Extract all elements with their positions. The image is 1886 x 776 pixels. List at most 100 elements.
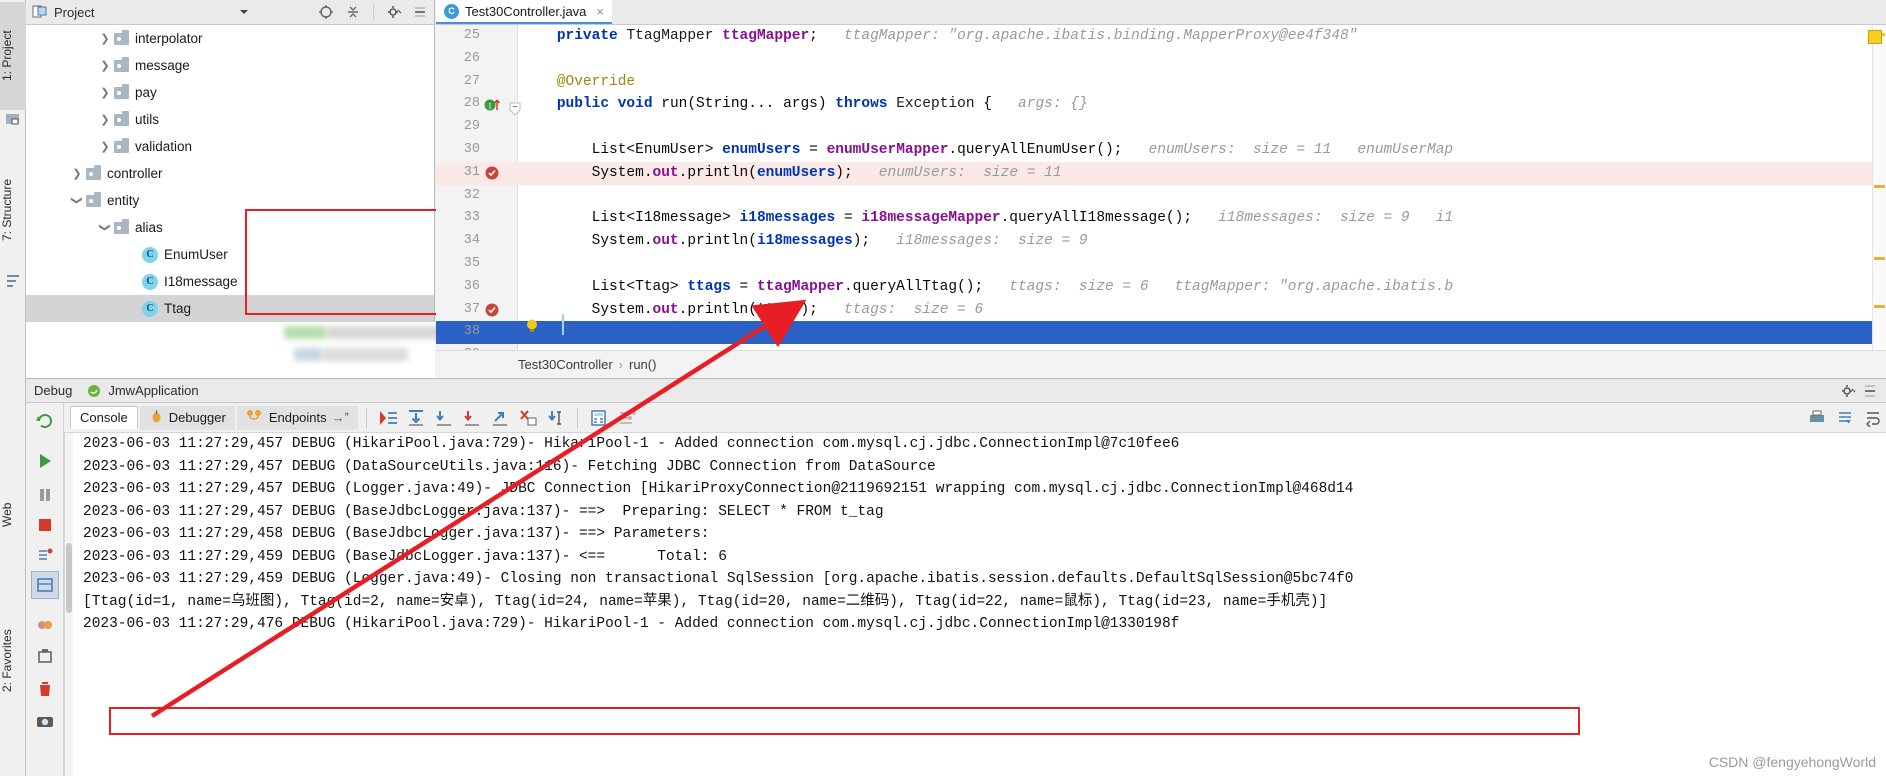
code-token: out (652, 164, 679, 181)
sidebar-tab-favorites[interactable]: 2: Favorites (0, 602, 26, 720)
step-out-icon[interactable] (487, 406, 513, 430)
code-editor[interactable]: 25 private TtagMapper ttagMapper; ttagMa… (436, 25, 1886, 350)
camera-icon[interactable] (31, 707, 59, 735)
settings-gear-icon[interactable] (386, 4, 402, 20)
hide-icon[interactable] (412, 4, 428, 20)
soft-wrap-icon[interactable] (1860, 406, 1886, 430)
tree-node-controller[interactable]: ❯ controller (26, 160, 434, 187)
breadcrumb[interactable]: Test30Controller › run() (436, 350, 1886, 378)
chevron-right-icon[interactable]: ❯ (96, 86, 114, 99)
settings-icon[interactable] (31, 643, 59, 671)
code-line-25[interactable]: 25 private TtagMapper ttagMapper; ttagMa… (436, 25, 1886, 48)
layout-icon[interactable] (614, 406, 640, 430)
settings-gear-icon[interactable] (1840, 383, 1856, 399)
restore-layout-icon[interactable] (31, 571, 59, 599)
editor-marker-bar[interactable] (1872, 25, 1886, 350)
tree-node-pay[interactable]: ❯ pay (26, 79, 434, 106)
code-token: ttagMapper (756, 278, 844, 295)
tree-node-alias[interactable]: ❯ alias (26, 214, 434, 241)
chevron-right-icon[interactable]: ❯ (96, 59, 114, 72)
debug-tab-console[interactable]: Console (70, 406, 138, 429)
chevron-right-icon[interactable]: ❯ (96, 140, 114, 153)
code-line-31[interactable]: 31 System.out.println(enumUsers); enumUs… (436, 161, 1886, 185)
sidebar-tab-project[interactable]: 1: Project (0, 2, 26, 110)
stop-icon[interactable] (31, 511, 59, 539)
code-line-34[interactable]: 34 System.out.println(i18messages); i18m… (436, 230, 1886, 253)
code-line-36[interactable]: 36 List<Ttag> ttags = ttagMapper.queryAl… (436, 276, 1886, 299)
debug-tab-endpoints[interactable]: Endpoints →ˮ (236, 405, 358, 430)
console-scrollbar[interactable] (65, 433, 73, 776)
console-output[interactable]: 2023-06-03 11:27:29,457 DEBUG (HikariPoo… (64, 433, 1886, 776)
evaluate-expression-icon[interactable] (586, 406, 612, 430)
tree-node-entity[interactable]: ❯ entity (26, 187, 434, 214)
scroll-to-end-icon[interactable] (1832, 406, 1858, 430)
tree-node-label: validation (135, 139, 193, 154)
code-line-27[interactable]: 27 @Override (436, 71, 1886, 94)
view-breakpoints-icon[interactable] (31, 541, 59, 569)
code-line-text: System.out.println(ttags); ttags: size =… (522, 299, 984, 322)
code-line-33[interactable]: 33 List<I18message> i18messages = i18mes… (436, 207, 1886, 230)
code-token: ttags (687, 278, 731, 295)
tree-node-validation[interactable]: ❯ validation (26, 133, 434, 160)
hide-window-icon[interactable] (1862, 383, 1878, 399)
collapse-all-icon[interactable] (345, 4, 361, 20)
sidebar-tab-web[interactable]: Web (0, 484, 26, 546)
run-gutter-icon[interactable]: I (484, 96, 500, 112)
close-icon[interactable]: × (596, 4, 604, 19)
sidebar-tab-structure[interactable]: 7: Structure (0, 152, 26, 268)
tree-node-utils[interactable]: ❯ utils (26, 106, 434, 133)
force-step-into-icon[interactable] (459, 406, 485, 430)
mute-breakpoints-icon[interactable] (31, 611, 59, 639)
editor-tab-test30controller[interactable]: C Test30Controller.java × (436, 0, 612, 24)
code-token: ); (835, 164, 853, 181)
line-number: 33 (463, 210, 480, 226)
code-line-32[interactable]: 32 (436, 185, 1886, 208)
code-token: { (974, 96, 992, 113)
breadcrumb-item[interactable]: Test30Controller (518, 357, 613, 372)
tree-node-i18message[interactable]: C I18message (26, 268, 434, 295)
folder-icon (86, 191, 101, 207)
tree-node-message[interactable]: ❯ message (26, 52, 434, 79)
intention-bulb-icon[interactable] (524, 318, 540, 337)
inspection-status-indicator[interactable] (1868, 30, 1882, 44)
step-over-icon[interactable] (403, 406, 429, 430)
debug-tab-debugger[interactable]: Debugger (139, 405, 235, 430)
code-fold-marker[interactable] (508, 101, 522, 120)
tree-node-interpolator[interactable]: ❯ interpolator (26, 25, 434, 52)
breakpoint-icon[interactable] (484, 302, 500, 318)
code-line-29[interactable]: 29 (436, 116, 1886, 139)
chevron-right-icon[interactable]: ❯ (96, 32, 114, 45)
show-execution-point-icon[interactable] (375, 406, 401, 430)
chevron-down-icon[interactable]: ❯ (99, 219, 112, 237)
tree-node-ttag[interactable]: C Ttag (26, 295, 434, 322)
sidebar-tab-structure-label: 7: Structure (0, 178, 14, 242)
breakpoint-icon[interactable] (484, 165, 500, 181)
resume-program-icon[interactable] (31, 447, 59, 475)
debug-tab-label: Debugger (168, 410, 226, 425)
trash-icon[interactable] (31, 675, 59, 703)
rerun-icon[interactable] (31, 407, 59, 435)
drop-frame-icon[interactable] (515, 406, 541, 430)
code-line-28[interactable]: 28 I public void run(String... args) thro… (436, 93, 1886, 116)
locate-icon[interactable] (318, 4, 334, 20)
code-line-38[interactable]: 38 (436, 321, 1886, 345)
step-into-icon[interactable] (431, 406, 457, 430)
code-line-37[interactable]: 37 System.out.println(ttags); ttags: siz… (436, 299, 1886, 322)
run-to-cursor-icon[interactable] (543, 406, 569, 430)
tab-pin-icon[interactable]: →ˮ (332, 410, 349, 425)
code-line-35[interactable]: 35 (436, 253, 1886, 276)
chevron-down-icon[interactable]: ❯ (71, 192, 84, 210)
tree-node-label: entity (107, 193, 140, 208)
pause-program-icon[interactable] (31, 481, 59, 509)
breadcrumb-item[interactable]: run() (629, 357, 656, 372)
code-line-26[interactable]: 26 (436, 48, 1886, 71)
print-icon[interactable] (1804, 406, 1830, 430)
code-line-30[interactable]: 30 List<EnumUser> enumUsers = enumUserMa… (436, 139, 1886, 162)
chevron-down-icon[interactable] (236, 4, 252, 20)
chevron-right-icon[interactable]: ❯ (96, 113, 114, 126)
chevron-right-icon[interactable]: ❯ (68, 167, 86, 180)
tree-node-enumuser[interactable]: C EnumUser (26, 241, 434, 268)
code-line-text: List<I18message> i18messages = i18messag… (522, 207, 1453, 230)
